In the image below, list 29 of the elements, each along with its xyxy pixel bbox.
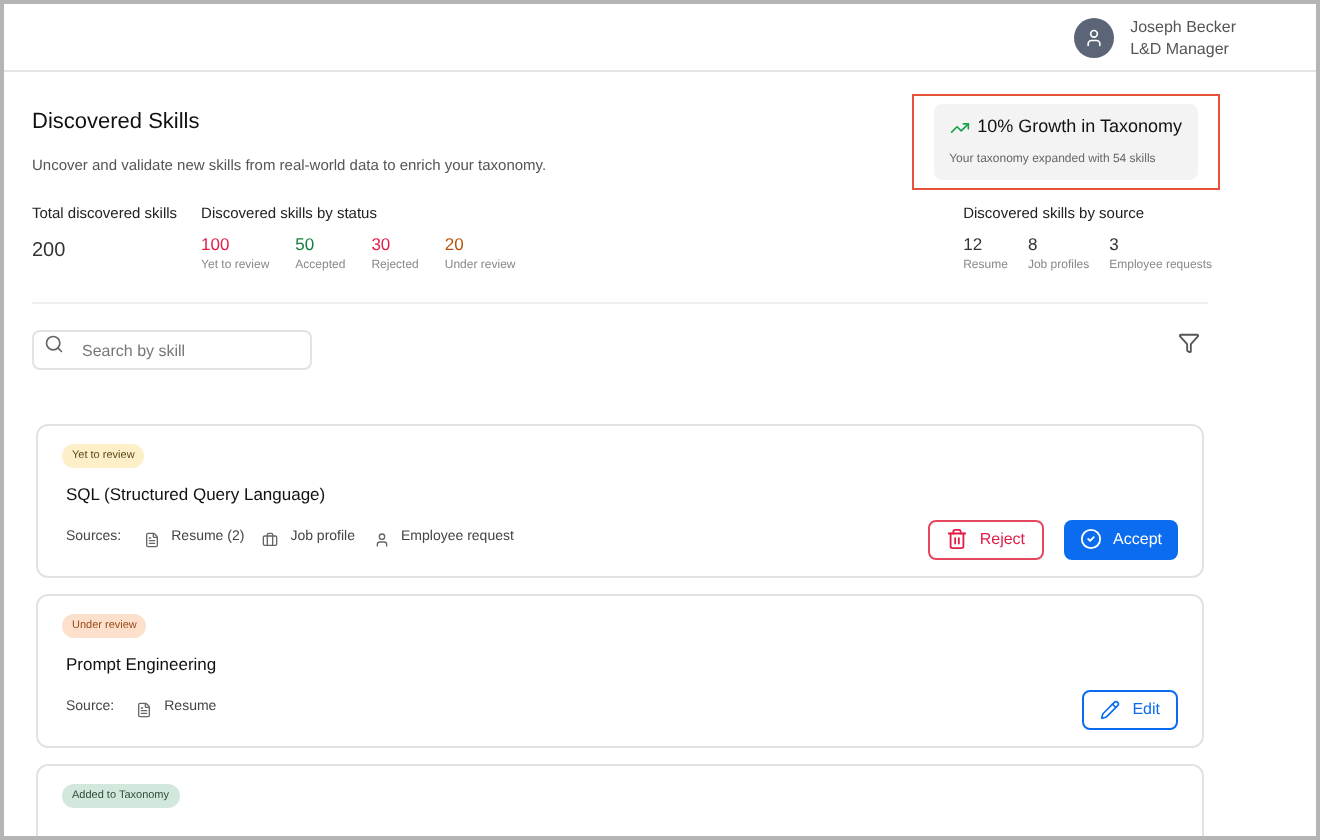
stat-value: 3 (1109, 231, 1121, 257)
skill-title: SQL (Structured Query Language) (66, 481, 328, 507)
reject-button[interactable]: Reject (927, 519, 1044, 559)
stat-value: 100 (201, 231, 232, 257)
stat-value: 200 (32, 237, 68, 266)
check-circle-icon (1079, 528, 1102, 550)
person-icon (373, 531, 389, 547)
trash-icon (945, 528, 968, 550)
trend-up-icon (949, 117, 970, 138)
stat-value: 20 (444, 231, 466, 257)
pencil-icon (1100, 699, 1121, 719)
stat-value: 50 (295, 231, 317, 257)
search-field[interactable]: Search by skill (32, 330, 312, 370)
growth-title: 10% Growth in Taxonomy (977, 114, 1182, 140)
edit-button[interactable]: Edit (1082, 689, 1178, 729)
briefcase-icon (262, 531, 279, 547)
page-title: Discovered Skills (32, 108, 202, 138)
user-name: Joseph Becker (1130, 15, 1236, 37)
filter-icon[interactable] (1178, 332, 1200, 354)
stat-value: 30 (371, 231, 393, 257)
document-icon (143, 531, 160, 547)
skill-title: Prompt Engineering (66, 651, 219, 677)
stat-value: 12 (963, 231, 985, 257)
accept-button[interactable]: Accept (1063, 519, 1178, 559)
user-role: L&D Manager (1130, 37, 1231, 59)
search-icon (44, 333, 64, 353)
avatar-icon (1074, 17, 1115, 57)
document-icon (136, 701, 153, 717)
stat-value: 8 (1027, 231, 1040, 257)
